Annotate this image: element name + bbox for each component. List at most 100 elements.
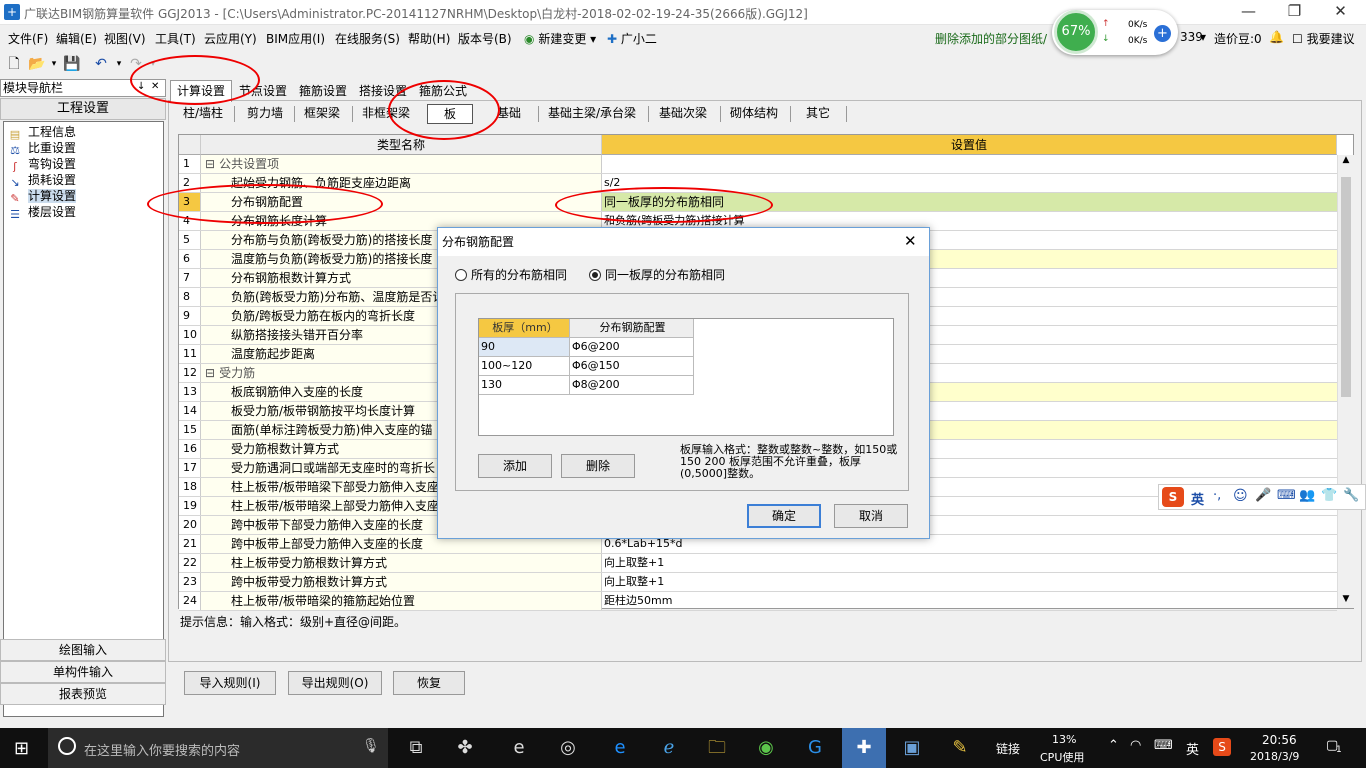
ie-app-icon[interactable]: ℯ xyxy=(655,736,683,760)
save-icon[interactable]: 💾 xyxy=(63,56,80,72)
export-rules-button[interactable]: 导出规则(O) xyxy=(288,671,382,695)
tab-foundation-main-beam[interactable]: 基础主梁/承台梁 xyxy=(543,104,641,124)
suggest-link[interactable]: ☐ 我要建议 xyxy=(1292,30,1355,47)
emoji-icon[interactable]: ☺ xyxy=(1233,488,1248,504)
minimize-button[interactable]: — xyxy=(1226,0,1271,24)
ime-indicator[interactable]: 英 xyxy=(1186,739,1199,758)
bell-icon[interactable]: 🔔 xyxy=(1269,30,1284,44)
tab-frame-beam[interactable]: 框架梁 xyxy=(298,104,346,124)
tab-other[interactable]: 其它 xyxy=(796,104,840,124)
edge-browser-icon[interactable]: e xyxy=(606,736,634,760)
table-row[interactable]: 1 ⊟ 公共设置项 xyxy=(179,155,1337,174)
add-button[interactable]: 添加 xyxy=(478,454,552,478)
file-explorer-icon[interactable]: 🗀 xyxy=(703,736,731,760)
ime-toolbar[interactable]: S 英 ·, ☺ 🎤 ⌨ 👥 👕 🔧 xyxy=(1158,484,1366,510)
accelerate-plus-icon[interactable]: + xyxy=(1154,25,1171,42)
memory-percent-circle[interactable]: 67% xyxy=(1054,10,1098,54)
windows-start-icon[interactable]: ⊞ xyxy=(14,738,29,759)
spiral-app-icon[interactable]: ◎ xyxy=(554,736,582,760)
menu-guangxiaoer[interactable]: ✚ 广小二 xyxy=(607,30,657,47)
nav-report-preview[interactable]: 报表预览 xyxy=(0,683,166,705)
skin-icon[interactable]: 👕 xyxy=(1321,488,1337,503)
sogou-tray-icon[interactable]: S xyxy=(1213,738,1231,756)
nav-item-project-info[interactable]: ▤ 工程信息 xyxy=(8,124,76,141)
menu-help[interactable]: 帮助(H) xyxy=(408,30,450,47)
scroll-up-icon[interactable]: ▲ xyxy=(1338,155,1354,169)
clock-time[interactable]: 20:56 xyxy=(1262,733,1297,747)
menu-online[interactable]: 在线服务(S) xyxy=(335,30,400,47)
task-view-icon[interactable]: ⧉ xyxy=(402,736,430,760)
microphone-icon[interactable]: 🎤 xyxy=(1255,488,1271,503)
green-app-icon[interactable]: ◉ xyxy=(752,736,780,760)
tab-shear-wall[interactable]: 剪力墙 xyxy=(240,104,290,124)
collapse-icon[interactable]: ⊟ xyxy=(205,157,215,171)
undo-dropdown-icon[interactable]: ▾ xyxy=(111,56,127,72)
nav-item-loss[interactable]: ↘ 损耗设置 xyxy=(8,172,76,189)
rebar-config-cell[interactable]: Φ6@150 xyxy=(570,357,694,376)
thickness-cell[interactable]: 130 xyxy=(479,376,570,395)
menu-cloud[interactable]: 云应用(Y) xyxy=(204,30,257,47)
row-value[interactable]: 向上取整+1 xyxy=(602,554,1337,572)
clock-date[interactable]: 2018/3/9 xyxy=(1250,750,1299,763)
keyboard-icon[interactable]: ⌨ xyxy=(1154,738,1173,753)
menu-new-change[interactable]: ◉ 新建变更 ▾ xyxy=(524,30,596,47)
rebar-config-cell[interactable]: Φ6@200 xyxy=(570,338,694,357)
menu-version[interactable]: 版本号(B) xyxy=(458,30,512,47)
thickness-cell[interactable]: 100~120 xyxy=(479,357,570,376)
collapse-icon[interactable]: ⊟ xyxy=(205,366,215,380)
wifi-icon[interactable]: ◠ xyxy=(1130,738,1141,753)
scroll-down-icon[interactable]: ▼ xyxy=(1338,594,1354,608)
nav-item-calc-settings[interactable]: ✎ 计算设置 xyxy=(8,188,77,205)
open-dropdown-icon[interactable]: ▾ xyxy=(46,56,62,72)
close-button[interactable]: ✕ xyxy=(1318,0,1363,24)
menu-edit[interactable]: 编辑(E) xyxy=(56,30,97,47)
cancel-button[interactable]: 取消 xyxy=(834,504,908,528)
dialog-close-button[interactable]: ✕ xyxy=(904,232,917,250)
nav-item-weight[interactable]: ⚖ 比重设置 xyxy=(8,140,76,157)
notes-app-icon[interactable]: ✎ xyxy=(946,736,974,760)
ggj-app-icon[interactable]: ✚ xyxy=(842,728,886,768)
restore-button[interactable]: 恢复 xyxy=(393,671,465,695)
user-icon[interactable]: 👥 xyxy=(1299,488,1315,503)
keyboard-icon[interactable]: ⌨ xyxy=(1277,488,1296,503)
import-rules-button[interactable]: 导入规则(I) xyxy=(184,671,276,695)
table-row[interactable]: 24 柱上板带/板带暗梁的箍筋起始位置 距柱边50mm xyxy=(179,592,1337,611)
tab-masonry[interactable]: 砌体结构 xyxy=(726,104,782,124)
tab-stirrup-settings[interactable]: 箍筋设置 xyxy=(292,80,354,102)
punctuation-icon[interactable]: ·, xyxy=(1213,488,1221,503)
nav-item-floor[interactable]: ☰ 楼层设置 xyxy=(8,204,76,221)
fan-app-icon[interactable]: ✤ xyxy=(451,736,479,760)
nav-item-hook[interactable]: ʃ 弯钩设置 xyxy=(8,156,76,173)
menu-bim[interactable]: BIM应用(I) xyxy=(266,30,325,47)
nav-draw-input[interactable]: 绘图输入 xyxy=(0,639,166,661)
delete-button[interactable]: 删除 xyxy=(561,454,635,478)
nav-single-input[interactable]: 单构件输入 xyxy=(0,661,166,683)
chevron-up-icon[interactable]: ⌃ xyxy=(1108,738,1119,753)
table-row[interactable]: 22 柱上板带受力筋根数计算方式 向上取整+1 xyxy=(179,554,1337,573)
grid-scrollbar[interactable]: ▲ ▼ xyxy=(1337,155,1354,608)
thickness-cell[interactable]: 90 xyxy=(479,338,570,357)
notice-text[interactable]: 删除添加的部分图纸/ xyxy=(935,30,1047,47)
row-value[interactable]: 距柱边50mm xyxy=(602,592,1337,610)
open-folder-icon[interactable]: 📂 xyxy=(28,56,45,72)
maximize-button[interactable]: ❐ xyxy=(1272,0,1317,24)
row-value[interactable]: 向上取整+1 xyxy=(602,573,1337,591)
network-speed-widget[interactable]: 67% ↑ ↓ 0K/s 0K/s + xyxy=(1052,10,1178,55)
user-dropdown-icon[interactable]: ▾ xyxy=(1200,30,1206,44)
menu-file[interactable]: 文件(F) xyxy=(8,30,48,47)
tab-foundation-secondary-beam[interactable]: 基础次梁 xyxy=(654,104,712,124)
radio-all-same[interactable]: 所有的分布筋相同 xyxy=(455,266,567,283)
ie-browser-icon[interactable]: e xyxy=(505,736,533,760)
tab-column[interactable]: 柱/墙柱 xyxy=(178,104,228,124)
radio-same-thickness[interactable]: 同一板厚的分布筋相同 xyxy=(589,266,725,283)
ok-button[interactable]: 确定 xyxy=(747,504,821,528)
toolbox-icon[interactable]: 🔧 xyxy=(1343,488,1359,503)
search-box[interactable]: 在这里输入你要搜索的内容 🎙 xyxy=(48,728,388,768)
g-app-icon[interactable]: G xyxy=(801,736,829,760)
rebar-config-cell[interactable]: Φ8@200 xyxy=(570,376,694,395)
folder-app-icon[interactable]: ▣ xyxy=(898,736,926,760)
row-value[interactable] xyxy=(602,155,1337,173)
coins-label[interactable]: 造价豆:0 xyxy=(1214,30,1262,47)
menu-tools[interactable]: 工具(T) xyxy=(155,30,196,47)
scroll-thumb[interactable] xyxy=(1341,177,1351,397)
